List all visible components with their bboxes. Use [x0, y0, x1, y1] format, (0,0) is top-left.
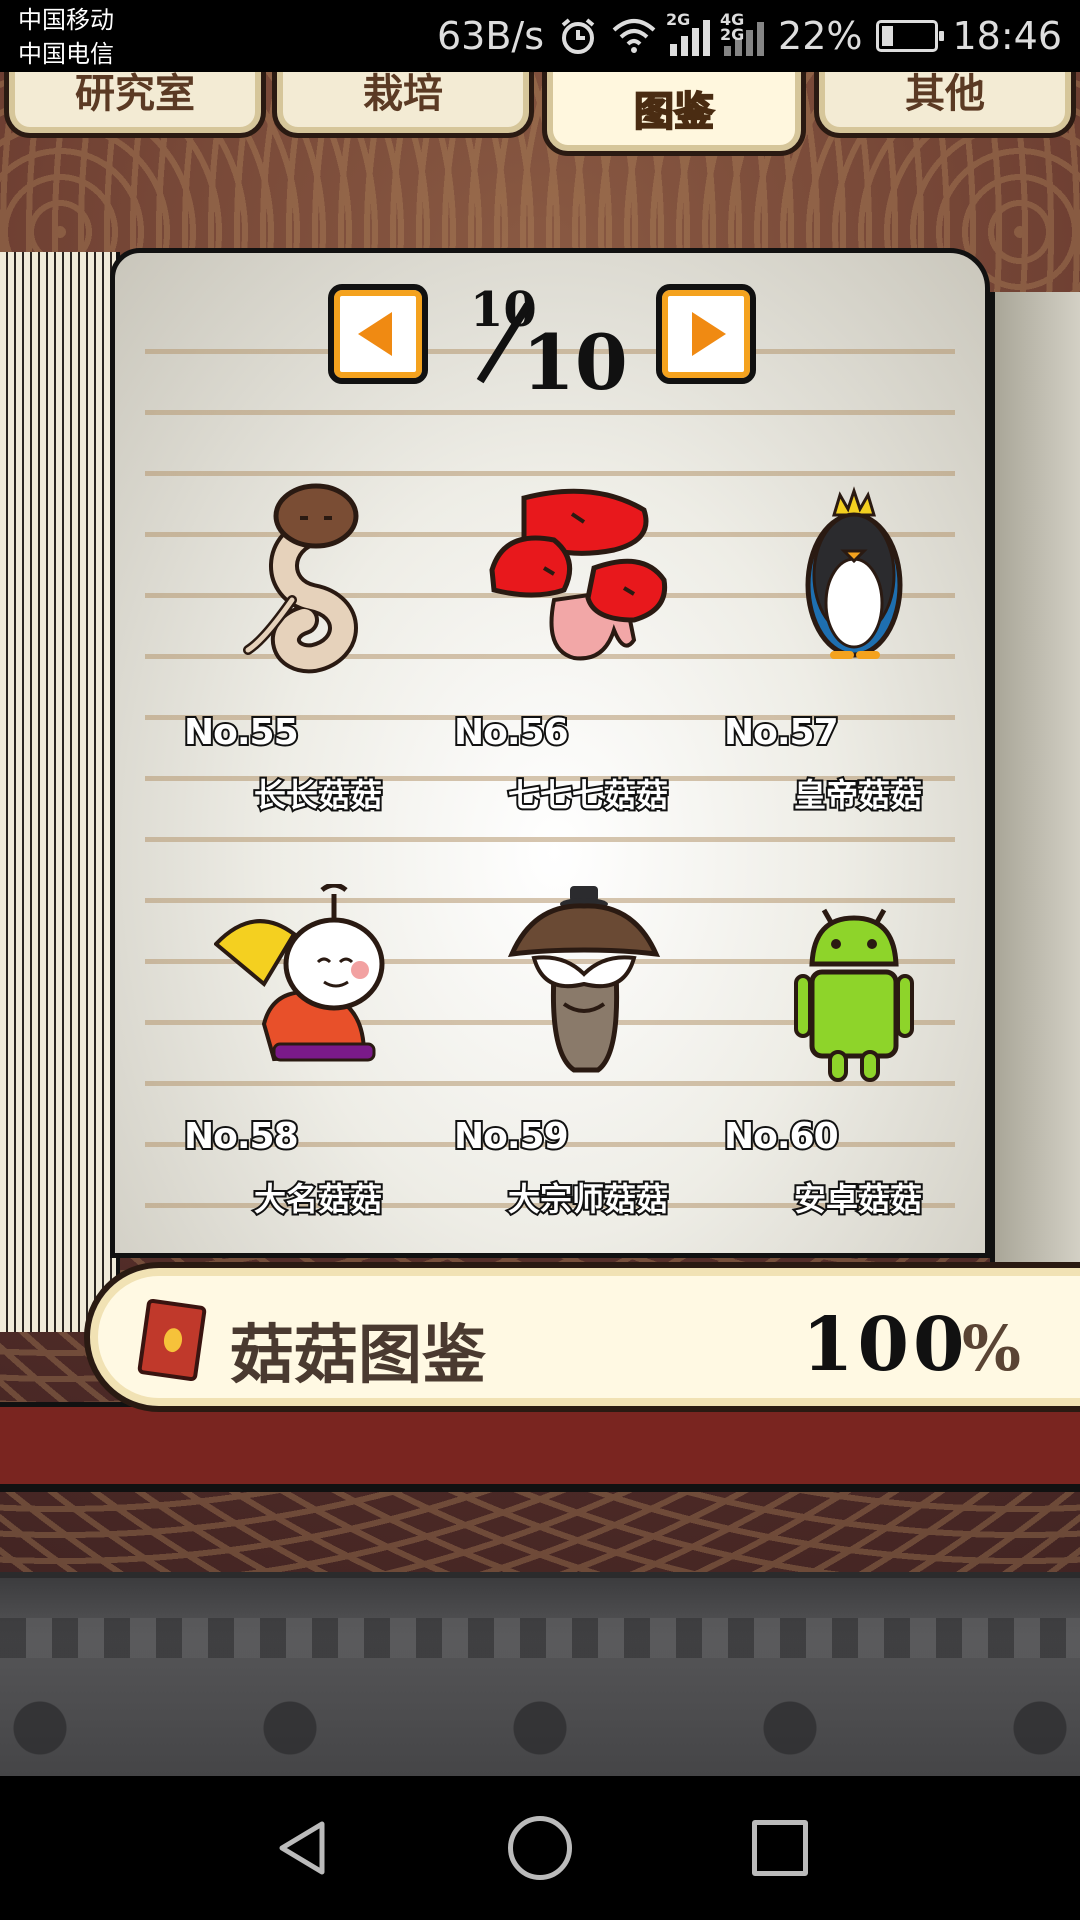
- tab-encyclopedia-label: 图鉴: [633, 88, 715, 136]
- entry-name: 七七七菇菇: [506, 774, 670, 816]
- entry-name: 长长菇菇: [252, 774, 384, 816]
- entry-number: No.58: [182, 1114, 301, 1159]
- carrier-2: 中国电信: [18, 40, 114, 68]
- daimyo-fan-icon: [214, 884, 414, 1084]
- entry-number: No.60: [722, 1114, 841, 1159]
- entry-number: No.57: [722, 710, 841, 755]
- entry-card-55[interactable]: No.55 长长菇菇: [182, 480, 444, 820]
- emperor-penguin-icon: [754, 480, 954, 680]
- tab-cultivate-label: 栽培: [363, 72, 443, 117]
- battery-level: [882, 26, 894, 46]
- battery-icon: [876, 20, 945, 52]
- entry-name: 大宗师菇菇: [506, 1178, 670, 1220]
- tab-encyclopedia[interactable]: 图鉴: [542, 72, 806, 156]
- wifi-icon: [612, 19, 656, 53]
- encyclopedia-book-icon: [137, 1298, 207, 1382]
- entry-card-56[interactable]: No.56 七七七菇菇: [452, 480, 714, 820]
- entry-card-57[interactable]: No.57 皇帝菇菇: [722, 480, 984, 820]
- floor-decoration: [0, 1572, 1080, 1776]
- book-page-edges: [0, 252, 120, 1332]
- battery-percent: 22%: [778, 14, 863, 58]
- entry-name: 安卓菇菇: [792, 1178, 924, 1220]
- net-speed: 63B/s: [436, 14, 545, 58]
- entry-number: No.59: [452, 1114, 571, 1159]
- progress-value: 100: [802, 1302, 969, 1388]
- android-robot-icon: [754, 884, 954, 1084]
- collection-progress-banner: 菇菇图鉴 100 %: [84, 1262, 1080, 1412]
- back-icon[interactable]: [270, 1816, 334, 1880]
- arrow-left-icon: [358, 312, 392, 356]
- tab-other-label: 其他: [905, 72, 985, 117]
- entry-number: No.55: [182, 710, 301, 755]
- home-icon[interactable]: [508, 1816, 572, 1880]
- signal-icon: 2G: [666, 12, 711, 56]
- system-nav-bar: [0, 1776, 1080, 1920]
- prev-page-button[interactable]: [328, 284, 428, 384]
- page-indicator: 10 10: [470, 282, 628, 407]
- tab-lab-label: 研究室: [75, 72, 195, 117]
- entry-number: No.56: [452, 710, 571, 755]
- tab-cultivate[interactable]: 栽培: [272, 72, 534, 138]
- long-mushroom-icon: [214, 480, 414, 680]
- signal-icon-2: 4G 2G: [720, 12, 765, 56]
- status-bar: 中国移动 中国电信 63B/s 2G 4G 2G 22% 18:46: [0, 0, 1080, 72]
- book-cover: [0, 1402, 1080, 1492]
- entry-card-58[interactable]: No.58 大名菇菇: [182, 884, 444, 1224]
- book-right-page: [990, 292, 1080, 1262]
- recents-icon[interactable]: [752, 1820, 808, 1876]
- entry-card-59[interactable]: No.59 大宗师菇菇: [452, 884, 714, 1224]
- progress-percent-sign: %: [962, 1312, 1021, 1385]
- clock: 18:46: [952, 14, 1062, 58]
- entry-card-60[interactable]: No.60 安卓菇菇: [722, 884, 984, 1224]
- tab-lab[interactable]: 研究室: [4, 72, 266, 138]
- carrier-1: 中国移动: [18, 6, 114, 34]
- entry-name: 大名菇菇: [252, 1178, 384, 1220]
- entry-name: 皇帝菇菇: [792, 774, 924, 816]
- grandmaster-mushroom-icon: [484, 884, 684, 1084]
- progress-label: 菇菇图鉴: [230, 1319, 486, 1393]
- alarm-icon: [561, 18, 595, 54]
- total-pages: 10: [522, 318, 628, 407]
- game-screen: 研究室 栽培 图鉴 其他 10 10 No.55 长长菇菇 No.56 七七七菇…: [0, 72, 1080, 1776]
- red-triple-mushroom-icon: [484, 480, 684, 680]
- floor-band: [0, 1618, 1080, 1658]
- arrow-right-icon: [692, 312, 726, 356]
- signal-1-tag: 2G: [666, 10, 691, 29]
- next-page-button[interactable]: [656, 284, 756, 384]
- tab-other[interactable]: 其他: [814, 72, 1076, 138]
- floor-ornament: [0, 1688, 1080, 1768]
